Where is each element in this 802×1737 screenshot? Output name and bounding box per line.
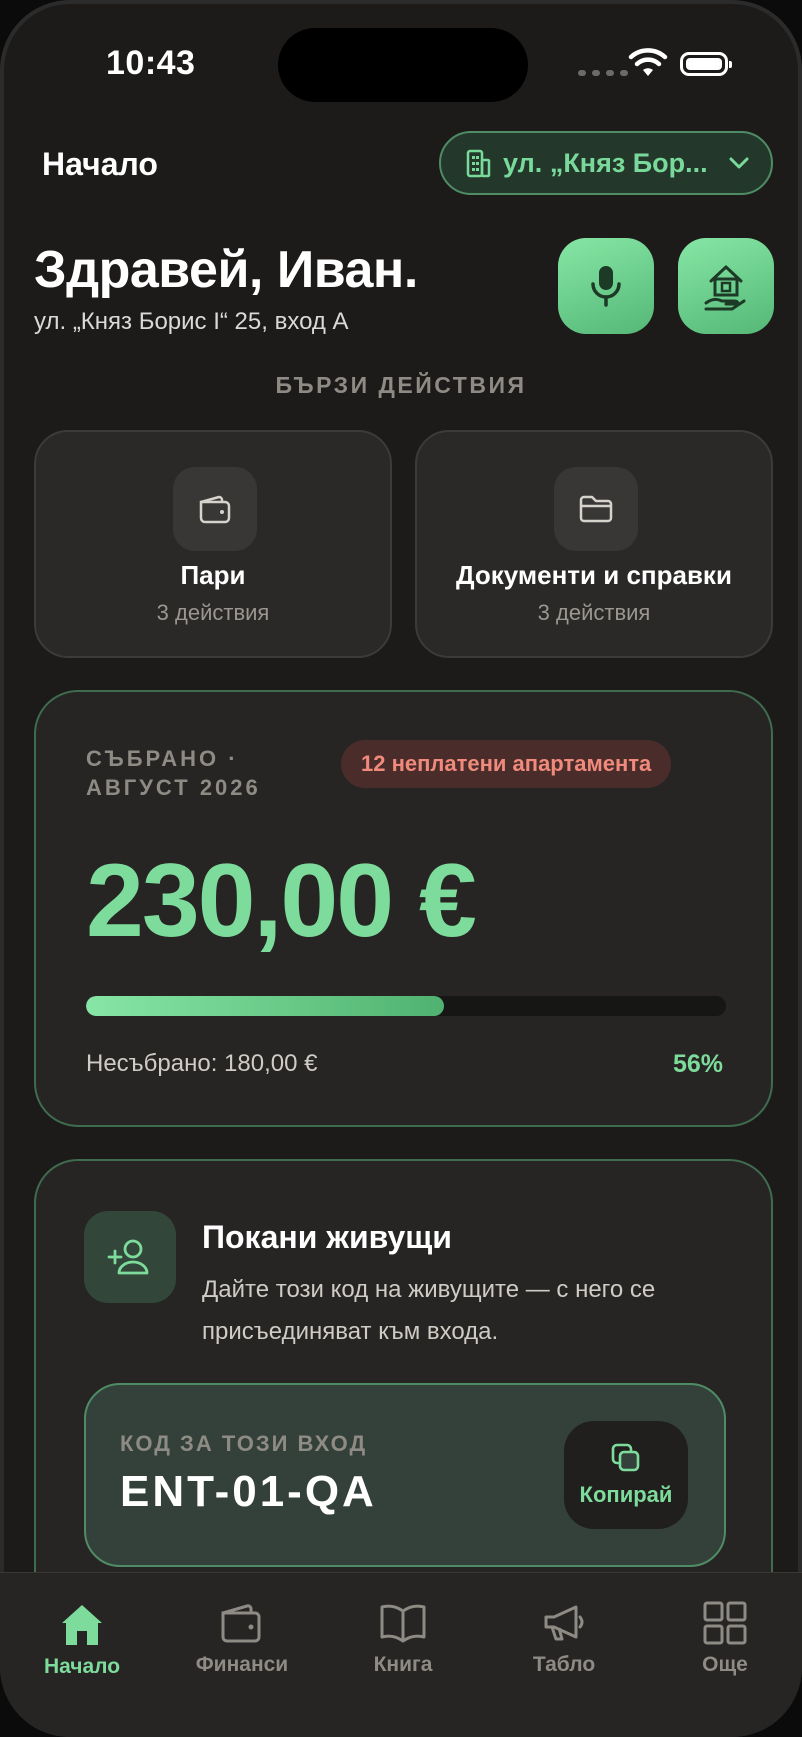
add-user-icon (107, 1239, 149, 1275)
uncollected-amount: Несъбрано: 180,00 € (86, 1050, 318, 1077)
status-time: 10:43 (106, 44, 196, 82)
phone-screen: 10:43 Начало ул. „Княз Бор... Здравей, И… (0, 0, 802, 1737)
microphone-icon (591, 266, 621, 307)
wallet-icon (199, 495, 231, 524)
quick-action-documents-subtitle: 3 действия (537, 600, 651, 625)
tab-board[interactable]: Табло (494, 1601, 634, 1677)
collected-amount: 230,00 € (86, 843, 477, 959)
entrance-code-value: ENT-01-QA (120, 1467, 377, 1516)
tab-board-label: Табло (532, 1653, 596, 1676)
dynamic-island (278, 28, 528, 102)
tab-more[interactable]: Още (655, 1601, 795, 1677)
wifi-icon (628, 48, 668, 76)
cellular-signal-icon (578, 70, 628, 76)
copy-icon (611, 1443, 640, 1472)
entrance-code-box: КОД ЗА ТОЗИ ВХОД ENT-01-QA Копирай (84, 1383, 726, 1567)
house-hand-icon (704, 265, 746, 311)
building-icon (466, 149, 491, 178)
battery-icon (680, 52, 732, 76)
tab-home[interactable]: Начало (12, 1601, 152, 1679)
quick-action-documents-icon-box (554, 467, 638, 551)
tab-finance-label: Финанси (195, 1653, 289, 1676)
quick-action-documents[interactable]: Документи и справки 3 действия (415, 430, 773, 658)
quick-action-money-title: Пари (180, 560, 246, 590)
address-dropdown[interactable]: ул. „Княз Бор... (439, 131, 773, 195)
folder-icon (579, 495, 613, 523)
quick-action-money-subtitle: 3 действия (156, 600, 270, 625)
unpaid-apartments-badge[interactable]: 12 неплатени апартамента (341, 740, 672, 788)
collected-summary-card[interactable]: СЪБРАНО · АВГУСТ 2026 12 неплатени апарт… (34, 690, 773, 1127)
quick-action-money[interactable]: Пари 3 действия (34, 430, 392, 658)
quick-actions-heading: БЪРЗИ ДЕЙСТВИЯ (275, 372, 527, 398)
quick-action-money-icon-box (173, 467, 257, 551)
book-icon (380, 1604, 426, 1643)
entrance-address: ул. „Княз Борис I“ 25, вход А (34, 308, 349, 335)
megaphone-icon (544, 1605, 584, 1641)
quick-action-documents-title: Документи и справки (456, 560, 732, 590)
collected-period-label: СЪБРАНО · АВГУСТ 2026 (86, 746, 261, 800)
building-home-button[interactable] (678, 238, 774, 334)
collection-progress-fill (86, 996, 445, 1016)
grid-icon (703, 1601, 747, 1645)
collection-progress-bar (86, 996, 726, 1016)
invite-icon-box (84, 1211, 176, 1303)
page-title: Начало (42, 146, 158, 182)
wallet-icon (221, 1604, 261, 1643)
chevron-down-icon (729, 157, 749, 169)
tab-book-label: Книга (373, 1653, 433, 1676)
invite-title: Покани живущи (202, 1219, 452, 1255)
tab-finance[interactable]: Финанси (172, 1601, 312, 1677)
collected-percent: 56% (672, 1050, 723, 1078)
invite-description: Дайте този код на живущите — с него се п… (202, 1276, 656, 1345)
tab-more-label: Още (702, 1653, 748, 1676)
tab-home-label: Начало (43, 1655, 121, 1678)
copy-code-button[interactable]: Копирай (564, 1421, 688, 1529)
address-dropdown-label: ул. „Княз Бор... (503, 147, 708, 178)
entrance-code-label: КОД ЗА ТОЗИ ВХОД (120, 1431, 368, 1456)
tab-book[interactable]: Книга (333, 1601, 473, 1677)
bottom-tab-bar: Начало Финанси Книга Табло Още (0, 1572, 802, 1737)
voice-assistant-button[interactable] (558, 238, 654, 334)
copy-code-label: Копирай (579, 1482, 673, 1507)
greeting-title: Здравей, Иван. (34, 241, 418, 299)
home-icon (62, 1605, 102, 1645)
